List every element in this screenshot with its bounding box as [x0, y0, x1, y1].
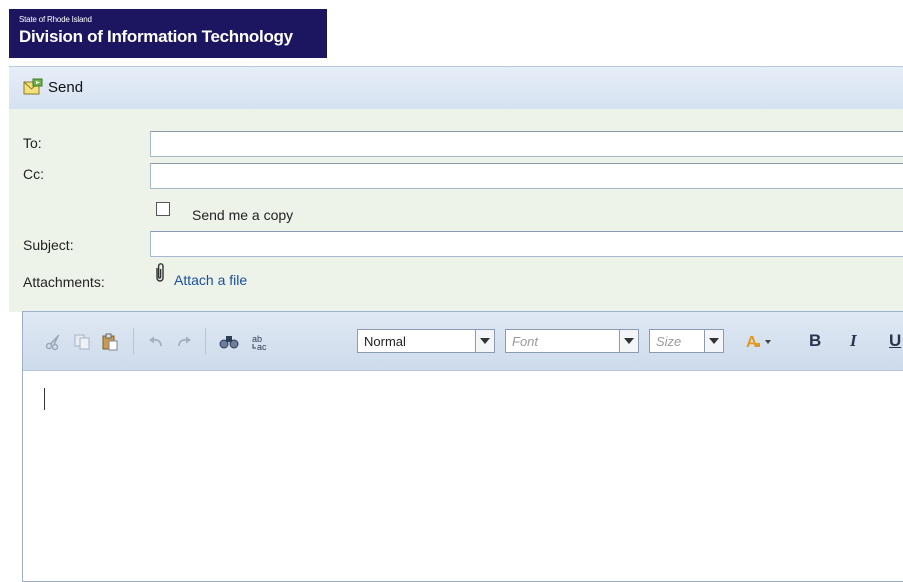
size-select-value: Size	[656, 333, 682, 349]
bold-button[interactable]: B	[809, 331, 821, 351]
font-select[interactable]: Font	[505, 329, 639, 353]
find-icon[interactable]	[219, 332, 239, 352]
toolbar-separator	[205, 328, 206, 354]
send-label: Send	[48, 78, 84, 96]
format-select[interactable]: Normal	[357, 329, 495, 353]
underline-button[interactable]: U	[889, 331, 901, 351]
toolbar-separator	[133, 328, 134, 354]
send-copy-checkbox[interactable]	[156, 202, 170, 216]
italic-button[interactable]: I	[850, 331, 857, 351]
editor-toolbar: ab ac Normal Font Size A B I U	[23, 312, 903, 371]
svg-text:ac: ac	[257, 342, 267, 351]
text-cursor	[44, 388, 45, 410]
send-mail-icon	[23, 78, 43, 95]
attach-file-link[interactable]: Attach a file	[174, 272, 247, 288]
send-toolbar: Send	[9, 66, 903, 110]
cc-field[interactable]	[150, 163, 903, 189]
paste-icon[interactable]	[100, 332, 120, 352]
format-select-value: Normal	[364, 333, 406, 349]
copy-icon[interactable]	[72, 332, 92, 352]
chevron-down-icon	[704, 330, 723, 352]
text-color-icon[interactable]: A	[745, 332, 775, 352]
undo-icon[interactable]	[146, 332, 166, 352]
attachments-label: Attachments:	[23, 274, 105, 290]
subject-label: Subject:	[23, 237, 74, 253]
replace-icon[interactable]: ab ac	[249, 332, 273, 352]
paperclip-icon	[156, 263, 164, 282]
send-button[interactable]: Send	[23, 78, 83, 96]
cut-icon[interactable]	[44, 332, 64, 352]
chevron-down-icon	[619, 330, 638, 352]
send-copy-label: Send me a copy	[192, 207, 294, 223]
message-editor: ab ac Normal Font Size A B I U	[22, 311, 903, 582]
cc-label: Cc:	[23, 166, 44, 182]
compose-form: To: Cc: Send me a copy Subject: Attachme…	[9, 109, 903, 312]
org-title: Division of Information Technology	[19, 27, 293, 46]
redo-icon[interactable]	[174, 332, 194, 352]
org-banner: State of Rhode Island Division of Inform…	[9, 9, 327, 58]
to-field[interactable]	[150, 131, 903, 157]
size-select[interactable]: Size	[649, 329, 724, 353]
subject-field[interactable]	[150, 231, 903, 257]
svg-text:A: A	[746, 334, 758, 351]
org-subtitle: State of Rhode Island	[19, 15, 92, 24]
to-label: To:	[23, 135, 42, 151]
chevron-down-icon	[475, 330, 494, 352]
font-select-value: Font	[512, 333, 539, 349]
